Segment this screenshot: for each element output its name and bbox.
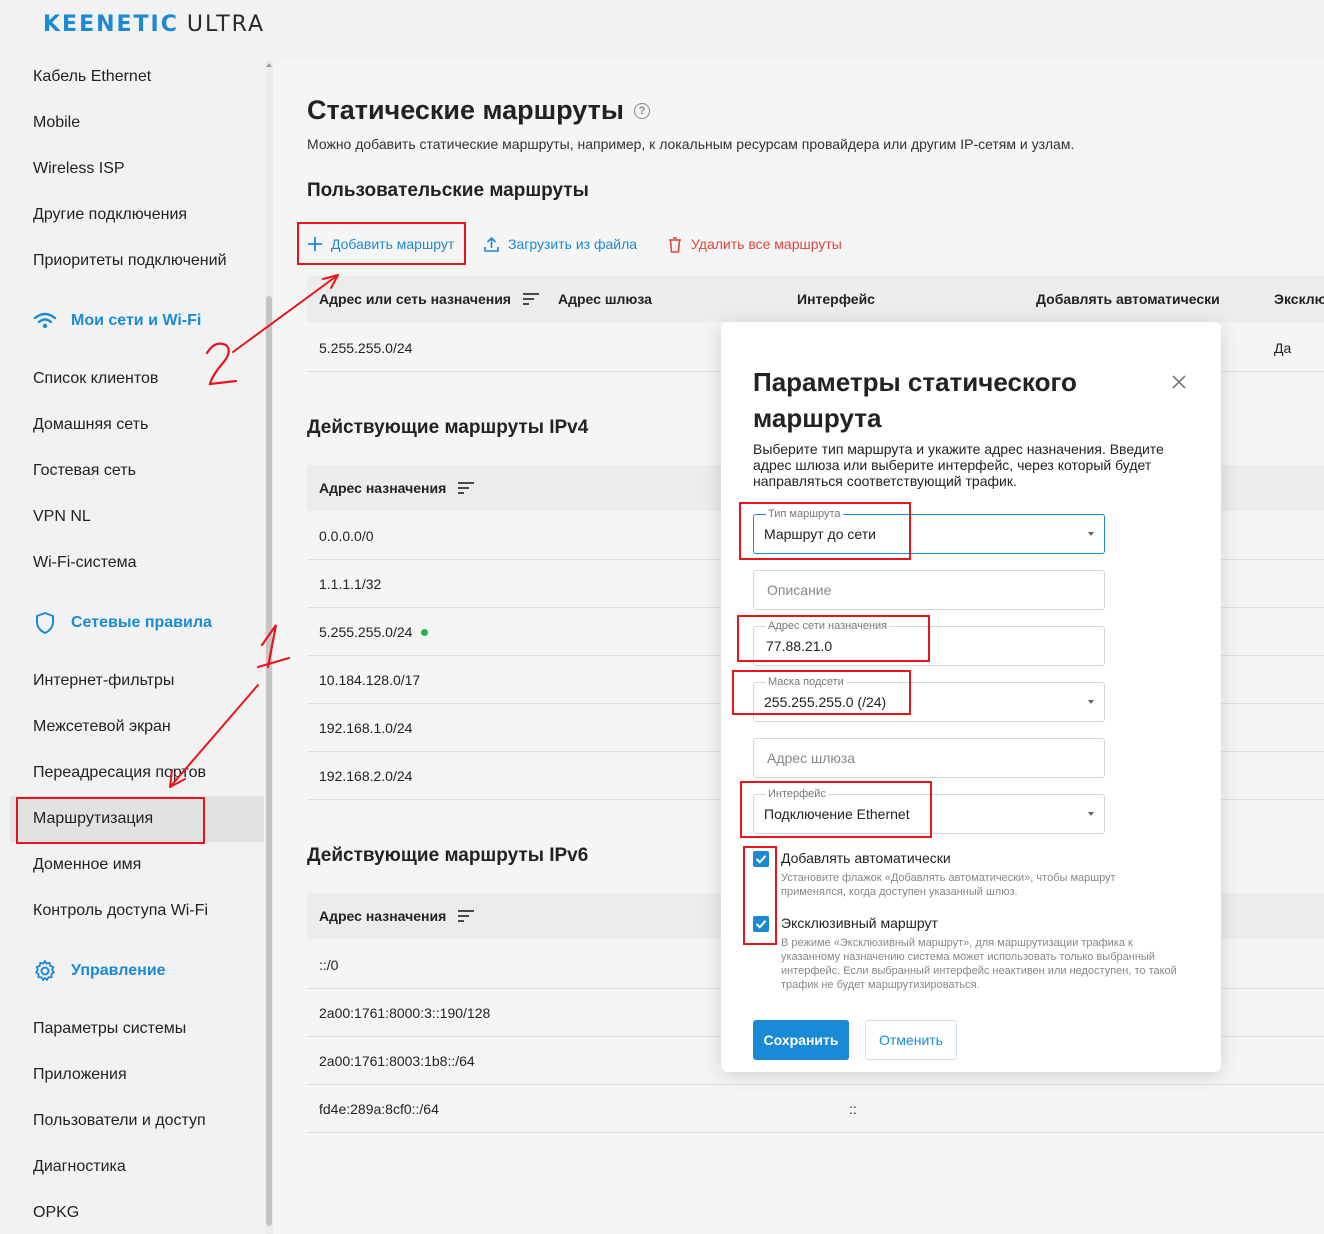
sidebar-item-clients[interactable]: Список клиентов <box>33 367 158 391</box>
ipv6-route-gateway: :: <box>849 1101 857 1117</box>
description-placeholder: Описание <box>767 582 832 598</box>
keenetic-logo[interactable]: KEENETIC ULTRA <box>43 12 265 37</box>
status-dot <box>421 628 429 636</box>
sidebar-item-port-forwarding[interactable]: Переадресация портов <box>33 761 206 785</box>
sidebar-item-users-access[interactable]: Пользователи и доступ <box>33 1109 206 1133</box>
ipv4-route: 1.1.1.1/32 <box>319 576 382 592</box>
table-row[interactable] <box>307 1085 1324 1133</box>
sidebar-section-wifi[interactable]: Мои сети и Wi-Fi <box>33 308 201 334</box>
upload-from-file-button[interactable]: Загрузить из файла <box>483 233 637 255</box>
sidebar-item-wifi-system[interactable]: Wi-Fi-система <box>33 551 137 575</box>
sidebar-item-diagnostics[interactable]: Диагностика <box>33 1155 126 1179</box>
user-route-exclusive: Да <box>1274 340 1292 356</box>
th-ipv4-destination[interactable]: Адрес назначения <box>319 465 475 511</box>
sidebar-section-rules-label: Сетевые правила <box>71 614 212 631</box>
ipv6-routes-title: Действующие маршруты IPv6 <box>307 845 589 866</box>
th-interface: Интерфейс <box>797 291 875 307</box>
trash-icon <box>669 236 681 253</box>
sidebar-scroll-thumb[interactable] <box>266 296 272 1226</box>
user-route-destination: 5.255.255.0/24 <box>319 340 413 356</box>
gateway-input[interactable]: Адрес шлюза <box>753 738 1105 778</box>
ipv4-route: 192.168.1.0/24 <box>319 720 413 736</box>
shield-icon <box>36 612 54 634</box>
sidebar-item-firewall[interactable]: Межсетевой экран <box>33 715 171 739</box>
th-gateway: Адрес шлюза <box>558 291 652 307</box>
dialog-description: Выберите тип маршрута и укажите адрес на… <box>753 441 1164 489</box>
chevron-down-icon <box>1088 812 1094 816</box>
help-icon[interactable]: ? <box>633 102 650 119</box>
sidebar-item-vpn-nl[interactable]: VPN NL <box>33 505 91 529</box>
sort-icon[interactable] <box>458 910 475 922</box>
annotation-box-destination <box>737 615 930 662</box>
ipv6-route: 2a00:1761:8000:3::190/128 <box>319 1005 491 1021</box>
exclusive-route-label[interactable]: Эксклюзивный маршрут <box>781 915 938 931</box>
sidebar-section-wifi-label: Мои сети и Wi-Fi <box>71 312 202 329</box>
page-title: Статические маршруты ? <box>307 95 650 126</box>
ipv6-route: fd4e:289a:8cf0::/64 <box>319 1101 439 1117</box>
sidebar-item-wisp[interactable]: Wireless ISP <box>33 157 125 181</box>
annotation-box-mask <box>732 670 911 715</box>
sidebar-item-other-connections[interactable]: Другие подключения <box>33 203 187 227</box>
th-ipv6-destination[interactable]: Адрес назначения <box>319 893 475 939</box>
close-icon[interactable] <box>1171 374 1187 390</box>
cancel-button[interactable]: Отменить <box>865 1020 957 1060</box>
auto-add-label[interactable]: Добавлять автоматически <box>781 850 951 866</box>
top-bar: KEENETIC ULTRA <box>0 0 1324 60</box>
sidebar-item-system-settings[interactable]: Параметры системы <box>33 1017 186 1041</box>
sidebar-item-mobile[interactable]: Mobile <box>33 111 80 135</box>
sidebar-item-opkg[interactable]: OPKG <box>33 1201 79 1225</box>
sidebar-item-ethernet[interactable]: Кабель Ethernet <box>33 65 151 89</box>
upload-icon <box>484 236 499 252</box>
sidebar <box>10 60 273 1234</box>
dialog-title: Параметры статического маршрута <box>753 367 1077 433</box>
ipv6-route: ::/0 <box>319 957 339 973</box>
ipv4-route: 10.184.128.0/17 <box>319 672 421 688</box>
user-routes-title: Пользовательские маршруты <box>307 180 589 201</box>
sidebar-item-home-network[interactable]: Домашняя сеть <box>33 413 148 437</box>
ipv6-route: 2a00:1761:8003:1b8::/64 <box>319 1053 475 1069</box>
annotation-box-add-route <box>297 222 466 265</box>
ipv4-routes-title: Действующие маршруты IPv4 <box>307 417 589 438</box>
page-description: Можно добавить статические маршруты, нап… <box>307 136 1075 152</box>
delete-all-routes-button[interactable]: Удалить все маршруты <box>667 233 842 255</box>
wifi-icon <box>33 312 57 329</box>
scroll-up-arrow-icon[interactable] <box>266 63 272 67</box>
description-input[interactable]: Описание <box>753 570 1105 610</box>
annotation-box-route-type <box>739 502 911 560</box>
th-exclusive: Эксклю <box>1274 291 1324 307</box>
sidebar-item-domain-name[interactable]: Доменное имя <box>33 853 141 877</box>
sidebar-item-connection-priorities[interactable]: Приоритеты подключений <box>33 249 227 273</box>
th-auto-add: Добавлять автоматически <box>1036 291 1220 307</box>
sidebar-item-applications[interactable]: Приложения <box>33 1063 127 1087</box>
chevron-down-icon <box>1088 700 1094 704</box>
exclusive-route-hint: В режиме «Эксклюзивный маршрут», для мар… <box>781 937 1177 991</box>
annotation-box-checkboxes <box>743 846 777 945</box>
sidebar-item-internet-filters[interactable]: Интернет-фильтры <box>33 669 174 693</box>
ipv4-route: 192.168.2.0/24 <box>319 768 413 784</box>
sidebar-item-wifi-access-control[interactable]: Контроль доступа Wi-Fi <box>33 899 208 923</box>
chevron-down-icon <box>1088 532 1094 536</box>
th-destination[interactable]: Адрес или сеть назначения <box>319 276 539 322</box>
annotation-box-routing <box>16 797 205 844</box>
auto-add-hint: Установите флажок «Добавлять автоматичес… <box>781 872 1116 898</box>
save-button[interactable]: Сохранить <box>753 1020 849 1060</box>
sidebar-item-guest-network[interactable]: Гостевая сеть <box>33 459 136 483</box>
gear-icon <box>35 960 55 981</box>
sidebar-section-network-rules[interactable]: Сетевые правила <box>33 610 212 636</box>
sidebar-section-manage-label: Управление <box>71 962 166 979</box>
annotation-box-interface <box>740 781 932 838</box>
sort-icon[interactable] <box>522 293 539 305</box>
sort-icon[interactable] <box>458 482 475 494</box>
ipv4-route: 0.0.0.0/0 <box>319 528 374 544</box>
sidebar-section-management[interactable]: Управление <box>33 958 166 984</box>
ipv4-route: 5.255.255.0/24 <box>319 608 429 656</box>
gateway-placeholder: Адрес шлюза <box>767 750 856 766</box>
